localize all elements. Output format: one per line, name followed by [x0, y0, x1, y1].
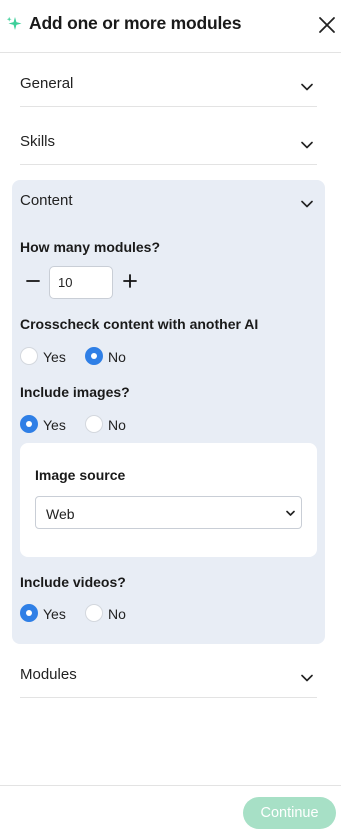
include-images-label: Include images?	[20, 384, 130, 400]
accordion-general-label: General	[20, 75, 74, 92]
videos-yes-label[interactable]: Yes	[43, 606, 66, 622]
image-source-value: Web	[46, 506, 75, 522]
accordion-modules[interactable]: Modules	[20, 644, 317, 698]
modal-footer: Continue	[0, 785, 341, 839]
crosscheck-no-label[interactable]: No	[108, 349, 126, 365]
videos-yes-radio[interactable]	[20, 604, 38, 622]
modules-count-label: How many modules?	[20, 239, 161, 255]
modules-count-input[interactable]	[49, 266, 113, 299]
images-yes-radio[interactable]	[20, 415, 38, 433]
crosscheck-yes-radio[interactable]	[20, 347, 38, 365]
accordion-general[interactable]: General	[20, 53, 317, 107]
sparkle-icon	[6, 16, 22, 30]
content-section-panel: Content How many modules? Crosscheck con…	[12, 180, 325, 644]
modal-title: Add one or more modules	[29, 13, 242, 33]
chevron-down-icon	[301, 674, 313, 682]
increment-button[interactable]	[123, 274, 137, 288]
accordion-skills[interactable]: Skills	[20, 111, 317, 165]
images-no-radio[interactable]	[85, 415, 103, 433]
image-source-card: Image source Web	[20, 443, 317, 557]
chevron-down-icon	[286, 510, 295, 516]
chevron-down-icon	[301, 141, 313, 149]
chevron-down-icon	[301, 83, 313, 91]
image-source-label: Image source	[35, 467, 126, 483]
modal-header: Add one or more modules	[0, 0, 341, 53]
chevron-down-icon[interactable]	[301, 200, 313, 208]
crosscheck-no-radio[interactable]	[85, 347, 103, 365]
images-no-label[interactable]: No	[108, 417, 126, 433]
crosscheck-label: Crosscheck content with another AI	[20, 316, 259, 332]
videos-no-radio[interactable]	[85, 604, 103, 622]
accordion-modules-label: Modules	[20, 666, 77, 683]
image-source-select[interactable]: Web	[35, 496, 302, 529]
decrement-button[interactable]	[26, 274, 40, 288]
continue-button[interactable]: Continue	[243, 797, 336, 829]
crosscheck-yes-label[interactable]: Yes	[43, 349, 66, 365]
videos-no-label[interactable]: No	[108, 606, 126, 622]
close-icon[interactable]	[318, 16, 336, 34]
images-yes-label[interactable]: Yes	[43, 417, 66, 433]
include-videos-label: Include videos?	[20, 574, 126, 590]
accordion-skills-label: Skills	[20, 133, 56, 150]
accordion-content-label[interactable]: Content	[20, 192, 73, 209]
